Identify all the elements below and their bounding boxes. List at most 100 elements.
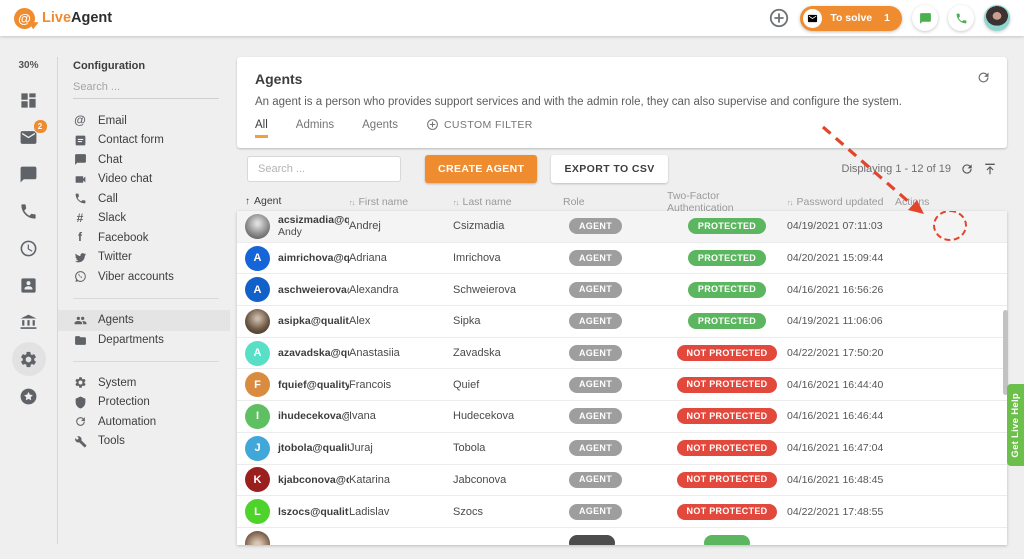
sidebar-item-video-chat[interactable]: Video chat xyxy=(58,170,230,190)
sidebar-item-contact-form[interactable]: Contact form xyxy=(58,131,230,151)
rail-item-bank[interactable] xyxy=(12,305,46,339)
first-name-cell: Alex xyxy=(349,315,453,327)
scrollbar-thumb[interactable] xyxy=(1003,310,1008,395)
delete-button[interactable] xyxy=(943,505,957,519)
rail-item-contact-card[interactable] xyxy=(12,268,46,302)
scroll-to-top-icon[interactable] xyxy=(983,162,997,176)
edit-button[interactable] xyxy=(895,346,909,360)
add-circle-icon[interactable] xyxy=(768,7,790,29)
create-agent-button[interactable]: CREATE AGENT xyxy=(425,155,537,183)
sidebar-item-agents[interactable]: Agents xyxy=(58,310,230,331)
delete-button[interactable] xyxy=(943,251,957,265)
sidebar-item-system[interactable]: System xyxy=(58,373,230,393)
liveagent-logo[interactable]: @ LiveAgent xyxy=(14,8,112,29)
table-row[interactable]: A aimrichova@quali Adriana Imrichova AGE… xyxy=(237,243,1007,275)
table-row[interactable]: I ihudecekova@qu Ivana Hudecekova AGENT … xyxy=(237,401,1007,433)
call-button[interactable] xyxy=(948,5,974,31)
table-row[interactable]: F fquief@qualityuni Francois Quief AGENT… xyxy=(237,369,1007,401)
rail-item-envelope[interactable]: 2 xyxy=(12,120,46,154)
last-name-cell: Tobola xyxy=(453,442,563,454)
tab-custom-filter[interactable]: CUSTOM FILTER xyxy=(426,118,533,138)
sidebar-item-twitter[interactable]: Twitter xyxy=(58,248,230,268)
sidebar-item-label: Call xyxy=(98,193,118,205)
sidebar-item-call[interactable]: Call xyxy=(58,189,230,209)
copy-button[interactable] xyxy=(919,409,933,423)
get-live-help-tab[interactable]: Get Live Help xyxy=(1007,384,1024,466)
user-avatar[interactable] xyxy=(984,5,1010,31)
sidebar-item-chat[interactable]: Chat xyxy=(58,150,230,170)
delete-button[interactable] xyxy=(943,536,957,545)
copy-button[interactable] xyxy=(919,505,933,519)
refresh-icon[interactable] xyxy=(976,70,991,85)
copy-button[interactable] xyxy=(919,219,933,233)
copy-button[interactable] xyxy=(919,346,933,360)
sidebar-item-protection[interactable]: Protection xyxy=(58,393,230,413)
edit-button[interactable] xyxy=(895,441,909,455)
sidebar-item-slack[interactable]: #Slack xyxy=(58,209,230,229)
table-row[interactable]: asipka@qualityun Alex Sipka AGENT PROTEC… xyxy=(237,306,1007,338)
export-to-csv-button[interactable]: EXPORT TO CSV xyxy=(551,155,667,183)
usage-percent: 30% xyxy=(18,60,38,71)
sidebar-item-email[interactable]: @Email xyxy=(58,111,230,131)
tab-all[interactable]: All xyxy=(255,119,268,138)
copy-button[interactable] xyxy=(919,314,933,328)
rail-item-phone[interactable] xyxy=(12,194,46,228)
delete-button[interactable] xyxy=(943,314,957,328)
edit-button[interactable] xyxy=(895,378,909,392)
edit-button[interactable] xyxy=(895,505,909,519)
table-row[interactable]: L lszocs@qualityun Ladislav Szocs AGENT … xyxy=(237,496,1007,528)
delete-button[interactable] xyxy=(943,283,957,297)
delete-button[interactable] xyxy=(943,219,957,233)
tab-admins[interactable]: Admins xyxy=(296,119,334,138)
sidebar-item-facebook[interactable]: fFacebook xyxy=(58,228,230,248)
rail-item-clock[interactable] xyxy=(12,231,46,265)
table-row[interactable]: K kjabconova@qual Katarina Jabconova AGE… xyxy=(237,465,1007,497)
edit-button[interactable] xyxy=(895,283,909,297)
table-row[interactable]: J jtobola@qualityur Juraj Tobola AGENT N… xyxy=(237,433,1007,465)
rail-item-chat[interactable] xyxy=(12,157,46,191)
plus-circle-icon xyxy=(426,118,439,131)
menu-divider xyxy=(73,298,219,299)
sidebar-item-viber-accounts[interactable]: Viber accounts xyxy=(58,267,230,287)
rail-item-gear[interactable] xyxy=(12,342,46,376)
configuration-search-input[interactable] xyxy=(73,72,219,99)
edit-button[interactable] xyxy=(895,473,909,487)
delete-button[interactable] xyxy=(943,441,957,455)
to-solve-label: To solve xyxy=(830,12,872,24)
to-solve-button[interactable]: To solve 1 xyxy=(800,6,902,31)
delete-button[interactable] xyxy=(943,346,957,360)
copy-button[interactable] xyxy=(919,283,933,297)
rail-item-grid[interactable] xyxy=(12,83,46,117)
copy-button[interactable] xyxy=(919,441,933,455)
tab-bar: All Admins Agents CUSTOM FILTER xyxy=(255,118,989,138)
copy-button[interactable] xyxy=(919,251,933,265)
edit-button[interactable] xyxy=(895,251,909,265)
delete-button[interactable] xyxy=(943,409,957,423)
last-name-cell: Sipka xyxy=(453,315,563,327)
copy-button[interactable] xyxy=(919,536,933,545)
edit-button[interactable] xyxy=(895,536,909,545)
chat-icon xyxy=(73,153,87,167)
tab-agents[interactable]: Agents xyxy=(362,119,398,138)
configuration-title: Configuration xyxy=(73,60,219,72)
copy-button[interactable] xyxy=(919,473,933,487)
sidebar-item-tools[interactable]: Tools xyxy=(58,432,230,452)
table-row[interactable]: acsizmadia@qual Andy Andrej Csizmadia AG… xyxy=(237,211,1007,243)
tab-label: All xyxy=(255,119,268,131)
edit-button[interactable] xyxy=(895,219,909,233)
delete-button[interactable] xyxy=(943,378,957,392)
sidebar-item-automation[interactable]: Automation xyxy=(58,412,230,432)
table-row[interactable]: A azavadska@quali Anastasiia Zavadska AG… xyxy=(237,338,1007,370)
search-input[interactable] xyxy=(247,156,401,182)
table-row[interactable]: A aschweierova@qu Alexandra Schweierova … xyxy=(237,274,1007,306)
edit-button[interactable] xyxy=(895,314,909,328)
chat-icon xyxy=(919,12,932,25)
edit-button[interactable] xyxy=(895,409,909,423)
delete-button[interactable] xyxy=(943,473,957,487)
chat-button[interactable] xyxy=(912,5,938,31)
table-row[interactable] xyxy=(237,528,1007,545)
sidebar-item-departments[interactable]: Departments xyxy=(58,331,230,351)
rail-item-star-circle[interactable] xyxy=(12,379,46,413)
copy-button[interactable] xyxy=(919,378,933,392)
refresh-icon[interactable] xyxy=(960,162,974,176)
